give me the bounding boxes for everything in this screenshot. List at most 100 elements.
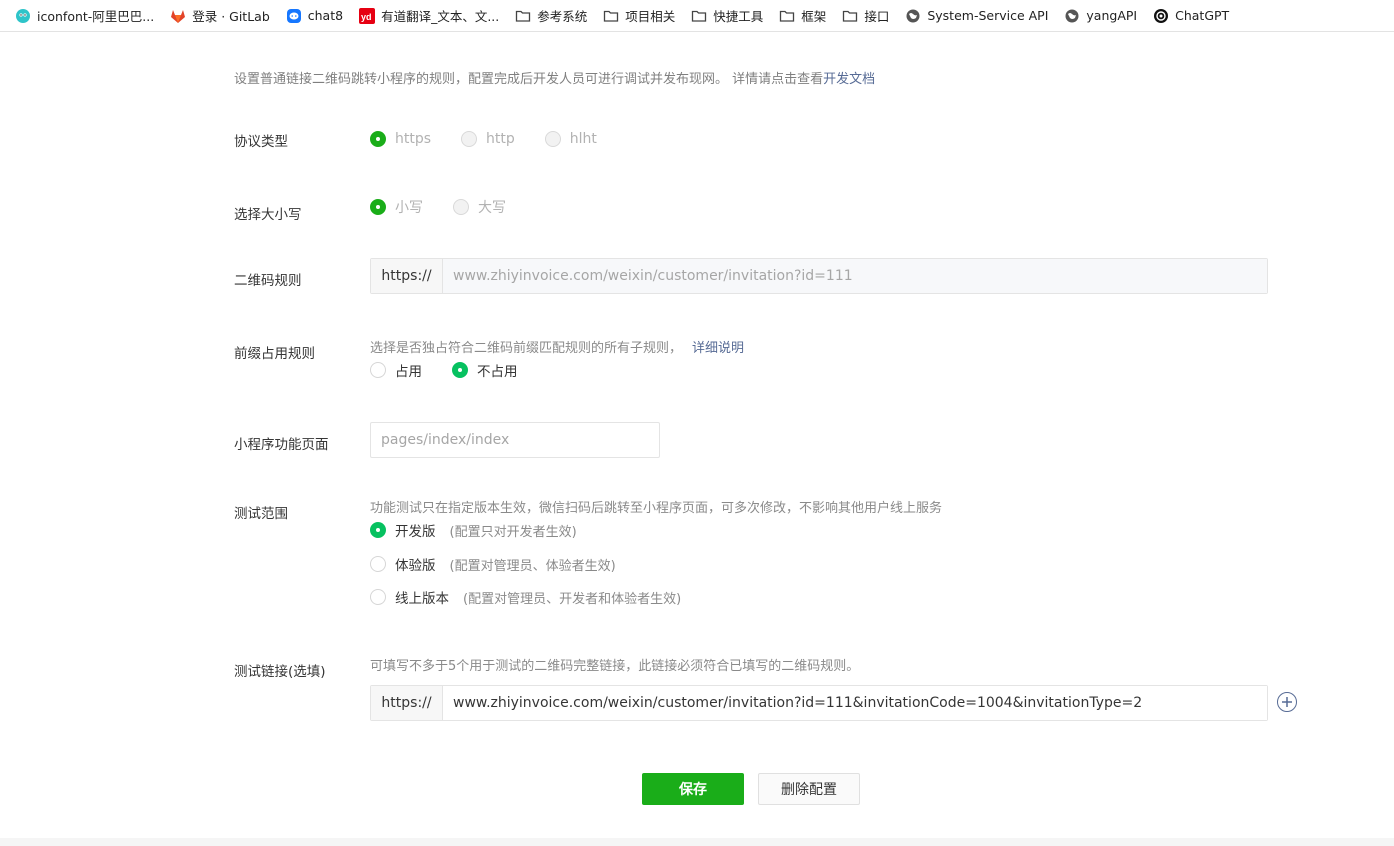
description-text: 设置普通链接二维码跳转小程序的规则，配置完成后开发人员可进行调试并发布现网。 详…: [234, 72, 824, 87]
option-note: (配置只对开发者生效): [449, 524, 577, 540]
folder-icon: [515, 8, 531, 24]
case-label: 选择大小写: [234, 207, 302, 223]
case-option-lower[interactable]: 小写: [370, 197, 423, 217]
protocol-option-https[interactable]: https: [370, 131, 431, 147]
radio-icon: [544, 131, 561, 147]
bookmark-label: 有道翻译_文本、文...: [381, 9, 500, 24]
page-bottom-edge: [0, 838, 1394, 846]
gitlab-icon: [170, 8, 186, 24]
radio-icon: [370, 199, 386, 215]
protocol-option-hlht[interactable]: hlht: [544, 131, 597, 147]
add-test-link-button[interactable]: [1277, 692, 1297, 712]
save-button[interactable]: 保存: [642, 773, 744, 805]
option-label: 大写: [478, 200, 506, 216]
globe-icon: [905, 8, 921, 24]
dev-docs-link[interactable]: 开发文档: [823, 72, 875, 87]
option-label: 不占用: [477, 364, 518, 380]
openai-icon: [1153, 8, 1169, 24]
bookmark-label: iconfont-阿里巴巴...: [37, 9, 155, 24]
folder-icon: [842, 8, 858, 24]
folder-icon: [779, 8, 795, 24]
details-link[interactable]: 详细说明: [692, 341, 744, 356]
bookmark-label: yangAPI: [1086, 8, 1138, 23]
prefix-rule-hint: 选择是否独占符合二维码前缀匹配规则的所有子规则， 详细说明: [370, 337, 744, 356]
bookmark-label: 快捷工具: [713, 9, 764, 24]
prefix-option-occupy[interactable]: 占用: [370, 360, 422, 380]
option-label: https: [395, 131, 432, 147]
bookmark-chat8[interactable]: chat8: [281, 4, 348, 28]
option-label: 占用: [395, 364, 422, 380]
case-radio-group: 小写 大写: [370, 197, 536, 217]
bookmark-folder-reference[interactable]: 参考系统: [510, 4, 592, 28]
protocol-option-http[interactable]: http: [461, 131, 515, 147]
protocol-label: 协议类型: [234, 134, 288, 150]
option-label: 开发版: [395, 524, 436, 540]
bookmark-label: 接口: [864, 9, 890, 24]
prefix-rule-label: 前缀占用规则: [234, 346, 315, 362]
prefix-rule-radio-group: 占用 不占用: [370, 360, 548, 380]
test-link-input[interactable]: www.zhiyinvoice.com/weixin/customer/invi…: [443, 686, 1267, 720]
bookmark-label: ChatGPT: [1175, 8, 1230, 23]
bookmark-label: System-Service API: [927, 8, 1049, 23]
bookmark-gitlab[interactable]: 登录 · GitLab: [165, 4, 275, 28]
youdao-icon: yd: [359, 7, 376, 24]
folder-icon: [691, 8, 707, 24]
protocol-radio-group: https http hlht: [370, 131, 627, 147]
globe-icon: [1064, 8, 1080, 24]
radio-icon: [370, 522, 386, 538]
delete-config-button[interactable]: 删除配置: [758, 773, 860, 805]
case-option-upper[interactable]: 大写: [453, 197, 506, 217]
bookmark-folder-tools[interactable]: 快捷工具: [686, 4, 768, 28]
bookmark-chatgpt[interactable]: ChatGPT: [1148, 4, 1234, 28]
plus-icon: [1282, 697, 1292, 707]
radio-icon: [370, 556, 386, 572]
radio-icon: [370, 589, 386, 605]
scope-option-release[interactable]: 线上版本 (配置对管理员、开发者和体验者生效): [370, 587, 681, 607]
radio-icon: [461, 131, 478, 147]
test-scope-hint: 功能测试只在指定版本生效，微信扫码后跳转至小程序页面，可多次修改，不影响其他用户…: [370, 501, 943, 516]
prefix-rule-hint-text: 选择是否独占符合二维码前缀匹配规则的所有子规则，: [370, 341, 683, 356]
page-description: 设置普通链接二维码跳转小程序的规则，配置完成后开发人员可进行调试并发布现网。 详…: [234, 68, 875, 87]
bookmark-yangapi[interactable]: yangAPI: [1059, 4, 1142, 28]
qr-rule-input[interactable]: www.zhiyinvoice.com/weixin/customer/invi…: [443, 259, 1267, 293]
prefix-option-not-occupy[interactable]: 不占用: [452, 360, 518, 380]
test-scope-label: 测试范围: [234, 506, 288, 522]
option-note: (配置对管理员、开发者和体验者生效): [463, 591, 682, 607]
option-label: 小写: [395, 200, 423, 216]
bookmark-folder-projects[interactable]: 项目相关: [598, 4, 680, 28]
option-note: (配置对管理员、体验者生效): [449, 558, 616, 574]
radio-icon: [370, 131, 386, 147]
test-link-input-group: https:// www.zhiyinvoice.com/weixin/cust…: [370, 685, 1268, 721]
option-label: 体验版: [395, 558, 436, 574]
folder-icon: [603, 8, 619, 24]
test-link-hint: 可填写不多于5个用于测试的二维码完整链接，此链接必须符合已填写的二维码规则。: [370, 659, 860, 674]
option-label: http: [486, 131, 515, 147]
iconfont-icon: [15, 8, 31, 24]
test-link-label: 测试链接(选填): [234, 664, 326, 680]
qr-rule-label: 二维码规则: [234, 273, 302, 289]
bookmark-label: 项目相关: [625, 9, 676, 24]
svg-text:yd: yd: [361, 12, 372, 22]
option-label: hlht: [569, 131, 597, 147]
bookmark-iconfont[interactable]: iconfont-阿里巴巴...: [10, 4, 159, 28]
bookmarks-bar: iconfont-阿里巴巴... 登录 · GitLab chat8 yd 有道…: [0, 0, 1394, 32]
option-label: 线上版本: [395, 591, 449, 607]
qr-rule-prefix: https://: [371, 259, 443, 293]
bookmark-label: 登录 · GitLab: [192, 9, 270, 24]
page-path-input[interactable]: pages/index/index: [370, 422, 660, 458]
bookmark-label: chat8: [307, 8, 344, 23]
scope-option-trial[interactable]: 体验版 (配置对管理员、体验者生效): [370, 554, 616, 574]
bookmark-label: 框架: [801, 9, 827, 24]
bookmark-folder-api[interactable]: 接口: [837, 4, 894, 28]
radio-icon: [452, 362, 468, 378]
bookmark-system-service-api[interactable]: System-Service API: [900, 4, 1053, 28]
radio-icon: [453, 199, 469, 215]
test-link-prefix: https://: [371, 686, 443, 720]
bookmark-folder-frameworks[interactable]: 框架: [774, 4, 831, 28]
radio-icon: [370, 362, 386, 378]
qr-rule-input-group: https:// www.zhiyinvoice.com/weixin/cust…: [370, 258, 1268, 294]
page-path-label: 小程序功能页面: [234, 437, 329, 453]
bookmark-label: 参考系统: [537, 9, 588, 24]
scope-option-develop[interactable]: 开发版 (配置只对开发者生效): [370, 520, 577, 540]
bookmark-youdao[interactable]: yd 有道翻译_文本、文...: [354, 4, 504, 28]
